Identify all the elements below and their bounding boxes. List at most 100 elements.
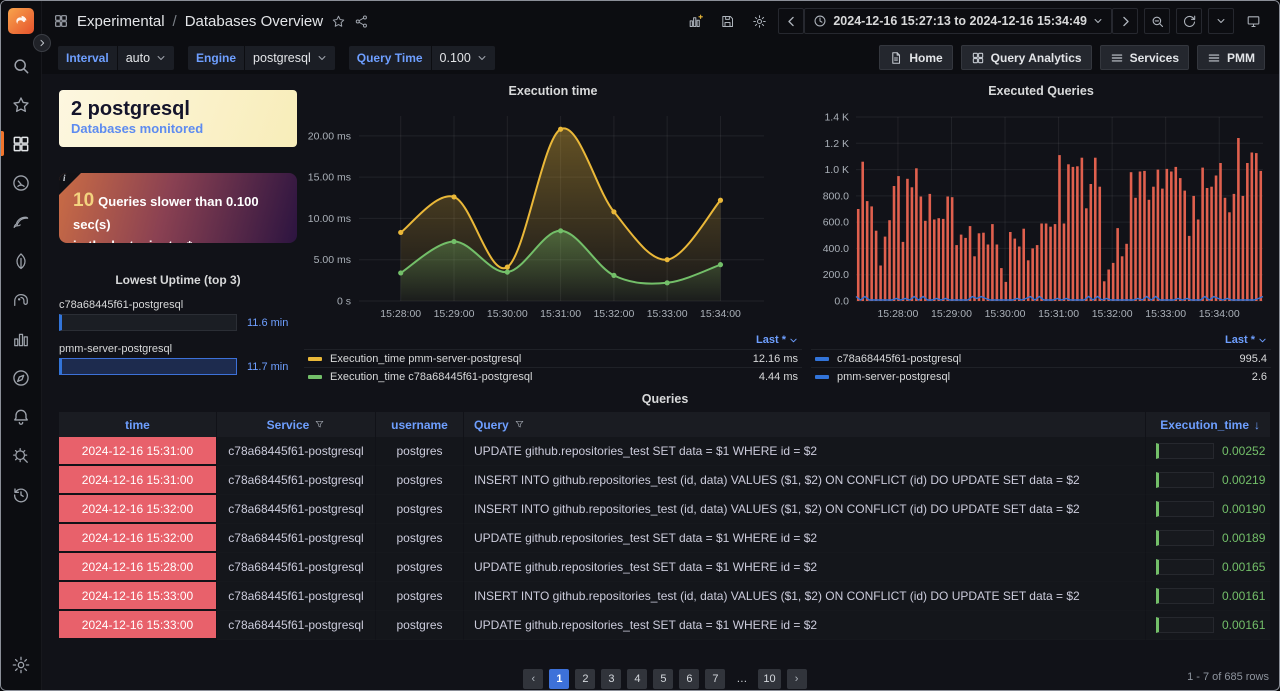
legend-sort-dropdown[interactable]: Last *: [304, 334, 802, 349]
add-panel-button[interactable]: [682, 8, 708, 34]
cell-time[interactable]: 2024-12-16 15:32:00: [59, 524, 217, 553]
cell-execution-time[interactable]: 0.00165: [1146, 553, 1271, 582]
legend-item[interactable]: pmm-server-postgresql2.6: [811, 367, 1271, 385]
sidebar-item-alerting[interactable]: [1, 397, 41, 436]
execution-time-title[interactable]: Execution time: [304, 84, 802, 104]
pagination-page-6[interactable]: 6: [679, 669, 699, 689]
cell-service[interactable]: c78a68445f61-postgresql: [217, 524, 376, 553]
column-header-service[interactable]: Service: [217, 412, 376, 437]
cell-username[interactable]: postgres: [376, 611, 464, 640]
sidebar-item-explore[interactable]: [1, 358, 41, 397]
cell-execution-time[interactable]: 0.00189: [1146, 524, 1271, 553]
sidebar-item-advisors[interactable]: [1, 436, 41, 475]
cell-time[interactable]: 2024-12-16 15:33:00: [59, 582, 217, 611]
column-header-time[interactable]: time: [59, 412, 217, 437]
sidebar-item-query-analytics[interactable]: [1, 319, 41, 358]
pagination-page-4[interactable]: 4: [627, 669, 647, 689]
cell-time[interactable]: 2024-12-16 15:31:00: [59, 466, 217, 495]
save-dashboard-button[interactable]: [714, 8, 740, 34]
nav-button-services[interactable]: Services: [1100, 45, 1189, 70]
cell-query[interactable]: UPDATE github.repositories_test SET data…: [464, 611, 1146, 640]
sidebar-expand-button[interactable]: [33, 34, 51, 52]
zoom-out-time-button[interactable]: [1144, 8, 1170, 34]
sidebar-item-postgresql[interactable]: [1, 280, 41, 319]
sidebar-item-history[interactable]: [1, 475, 41, 514]
uptime-gauge-bar[interactable]: [59, 314, 237, 331]
legend-item[interactable]: c78a68445f61-postgresql995.4: [811, 349, 1271, 367]
pagination-page-7[interactable]: 7: [705, 669, 725, 689]
cell-service[interactable]: c78a68445f61-postgresql: [217, 495, 376, 524]
sidebar-item-mysql[interactable]: [1, 202, 41, 241]
cell-query[interactable]: INSERT INTO github.repositories_test (id…: [464, 466, 1146, 495]
breadcrumb-page[interactable]: Databases Overview: [185, 13, 323, 30]
filter-value-dropdown[interactable]: 0.100: [432, 46, 495, 70]
column-header-query[interactable]: Query: [464, 412, 1146, 437]
legend-item[interactable]: Execution_time pmm-server-postgresql12.1…: [304, 349, 802, 367]
column-header-username[interactable]: username: [376, 412, 464, 437]
uptime-gauge-bar[interactable]: [59, 358, 237, 375]
cell-time[interactable]: 2024-12-16 15:33:00: [59, 611, 217, 640]
kiosk-mode-button[interactable]: [1240, 8, 1266, 34]
pagination-next-button[interactable]: ›: [787, 669, 807, 689]
pagination-page-5[interactable]: 5: [653, 669, 673, 689]
filter-icon[interactable]: [514, 419, 525, 430]
nav-button-query-analytics[interactable]: Query Analytics: [961, 45, 1092, 70]
cell-service[interactable]: c78a68445f61-postgresql: [217, 611, 376, 640]
pagination-page-3[interactable]: 3: [601, 669, 621, 689]
cell-execution-time[interactable]: 0.00190: [1146, 495, 1271, 524]
cell-execution-time[interactable]: 0.00161: [1146, 582, 1271, 611]
filter-value-dropdown[interactable]: postgresql: [245, 46, 335, 70]
pagination-page-10[interactable]: 10: [758, 669, 780, 689]
cell-execution-time[interactable]: 0.00219: [1146, 466, 1271, 495]
cell-query[interactable]: INSERT INTO github.repositories_test (id…: [464, 582, 1146, 611]
pmm-logo[interactable]: [8, 8, 34, 34]
executed-queries-title[interactable]: Executed Queries: [811, 84, 1271, 104]
cell-time[interactable]: 2024-12-16 15:32:00: [59, 495, 217, 524]
legend-sort-dropdown[interactable]: Last *: [811, 334, 1271, 349]
sidebar-item-dashboards[interactable]: [1, 124, 41, 163]
share-icon[interactable]: [354, 14, 369, 29]
legend-item[interactable]: Execution_time c78a68445f61-postgresql4.…: [304, 367, 802, 385]
cell-time[interactable]: 2024-12-16 15:31:00: [59, 437, 217, 466]
cell-query[interactable]: UPDATE github.repositories_test SET data…: [464, 553, 1146, 582]
cell-service[interactable]: c78a68445f61-postgresql: [217, 437, 376, 466]
cell-username[interactable]: postgres: [376, 553, 464, 582]
cell-username[interactable]: postgres: [376, 437, 464, 466]
sidebar-item-starred[interactable]: [1, 85, 41, 124]
cell-execution-time[interactable]: 0.00252: [1146, 437, 1271, 466]
queries-table-title[interactable]: Queries: [59, 392, 1271, 412]
refresh-interval-dropdown[interactable]: [1208, 8, 1234, 34]
executed-queries-chart[interactable]: 1.4 K1.2 K1.0 K800.0600.0400.0200.00.015…: [811, 104, 1271, 332]
filter-value-dropdown[interactable]: auto: [118, 46, 174, 70]
cell-query[interactable]: UPDATE github.repositories_test SET data…: [464, 524, 1146, 553]
pagination-page-1[interactable]: 1: [549, 669, 569, 689]
sidebar-item-operating-system[interactable]: [1, 163, 41, 202]
cell-username[interactable]: postgres: [376, 524, 464, 553]
filter-icon[interactable]: [314, 419, 325, 430]
cell-username[interactable]: postgres: [376, 495, 464, 524]
sidebar-item-search[interactable]: [1, 46, 41, 85]
dashboard-settings-button[interactable]: [746, 8, 772, 34]
cell-query[interactable]: INSERT INTO github.repositories_test (id…: [464, 495, 1146, 524]
nav-button-home[interactable]: Home: [879, 45, 952, 70]
pagination-prev-button[interactable]: ‹: [523, 669, 543, 689]
time-shift-forward-button[interactable]: [1112, 8, 1138, 34]
cell-username[interactable]: postgres: [376, 582, 464, 611]
nav-button-pmm[interactable]: PMM: [1197, 45, 1265, 70]
execution-time-chart[interactable]: 20.00 ms15.00 ms10.00 ms5.00 ms0 s15:28:…: [304, 104, 802, 332]
sidebar-item-settings[interactable]: [1, 645, 41, 684]
pagination-page-2[interactable]: 2: [575, 669, 595, 689]
cell-execution-time[interactable]: 0.00161: [1146, 611, 1271, 640]
cell-service[interactable]: c78a68445f61-postgresql: [217, 466, 376, 495]
favorite-star-icon[interactable]: [331, 14, 346, 29]
sidebar-item-mongodb[interactable]: [1, 241, 41, 280]
cell-service[interactable]: c78a68445f61-postgresql: [217, 582, 376, 611]
breadcrumb-section[interactable]: Experimental: [77, 13, 165, 30]
time-range-picker[interactable]: 2024-12-16 15:27:13 to 2024-12-16 15:34:…: [804, 8, 1112, 34]
cell-query[interactable]: UPDATE github.repositories_test SET data…: [464, 437, 1146, 466]
column-header-execution_time[interactable]: Execution_time↓: [1146, 412, 1271, 437]
cell-time[interactable]: 2024-12-16 15:28:00: [59, 553, 217, 582]
refresh-button[interactable]: [1176, 8, 1202, 34]
cell-service[interactable]: c78a68445f61-postgresql: [217, 553, 376, 582]
cell-username[interactable]: postgres: [376, 466, 464, 495]
